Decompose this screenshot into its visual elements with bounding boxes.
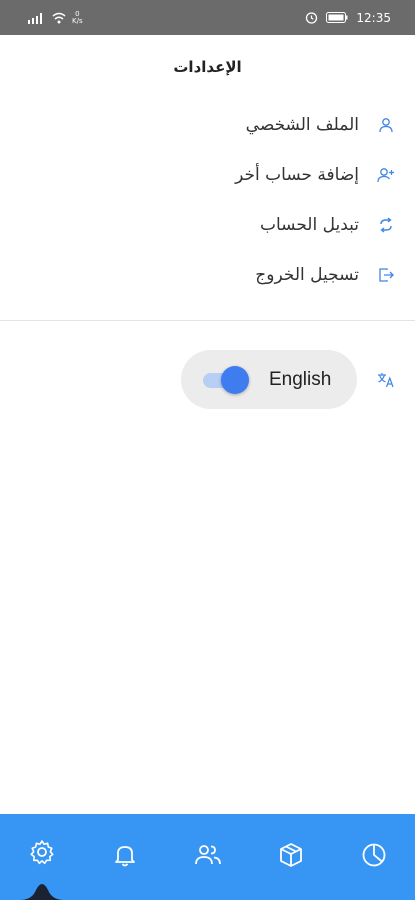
language-label: English: [269, 368, 332, 390]
translate-icon: [377, 371, 395, 389]
network-speed-unit: K/s: [72, 16, 83, 25]
menu-item-switch-account[interactable]: تبديل الحساب: [0, 200, 415, 250]
signal-icon: [28, 12, 46, 24]
bell-icon: [112, 842, 138, 872]
nav-settings[interactable]: [12, 814, 72, 900]
users-icon: [194, 842, 222, 872]
menu-item-label: تسجيل الخروج: [255, 265, 359, 285]
language-toggle[interactable]: [203, 365, 249, 394]
menu-item-label: إضافة حساب أخر: [235, 165, 359, 185]
status-left: 0 K/s: [28, 10, 83, 25]
bottom-nav: [0, 814, 415, 900]
menu-item-profile[interactable]: الملف الشخصي: [0, 100, 415, 150]
menu-item-logout[interactable]: تسجيل الخروج: [0, 250, 415, 300]
add-user-icon: [377, 166, 395, 184]
section-divider: [0, 320, 415, 321]
status-right: 12:35: [305, 11, 391, 25]
menu-item-add-account[interactable]: إضافة حساب أخر: [0, 150, 415, 200]
pie-chart-icon: [361, 842, 387, 872]
language-toggle-pill[interactable]: English: [181, 350, 357, 409]
menu-item-label: الملف الشخصي: [245, 115, 359, 135]
active-indicator: [19, 884, 64, 900]
nav-reports[interactable]: [344, 814, 404, 900]
status-bar: 0 K/s 12:35: [0, 0, 415, 35]
language-row: English: [181, 350, 395, 409]
status-time: 12:35: [356, 10, 391, 25]
toggle-thumb[interactable]: [221, 365, 249, 394]
battery-icon: [326, 12, 348, 23]
nav-notifications[interactable]: [95, 814, 155, 900]
page-title: الإعدادات: [173, 58, 242, 76]
switch-icon: [377, 216, 395, 234]
box-icon: [278, 842, 304, 872]
menu-item-label: تبديل الحساب: [259, 215, 359, 235]
logout-icon: [377, 266, 395, 284]
nav-products[interactable]: [261, 814, 321, 900]
network-speed: 0 K/s: [72, 10, 83, 25]
user-icon: [377, 116, 395, 134]
nav-users[interactable]: [178, 814, 238, 900]
settings-menu: الملف الشخصي إضافة حساب أخر تبديل الحساب: [0, 100, 415, 300]
wifi-icon: [52, 12, 66, 24]
settings-icon: [28, 838, 56, 870]
alarm-icon: [305, 11, 318, 24]
